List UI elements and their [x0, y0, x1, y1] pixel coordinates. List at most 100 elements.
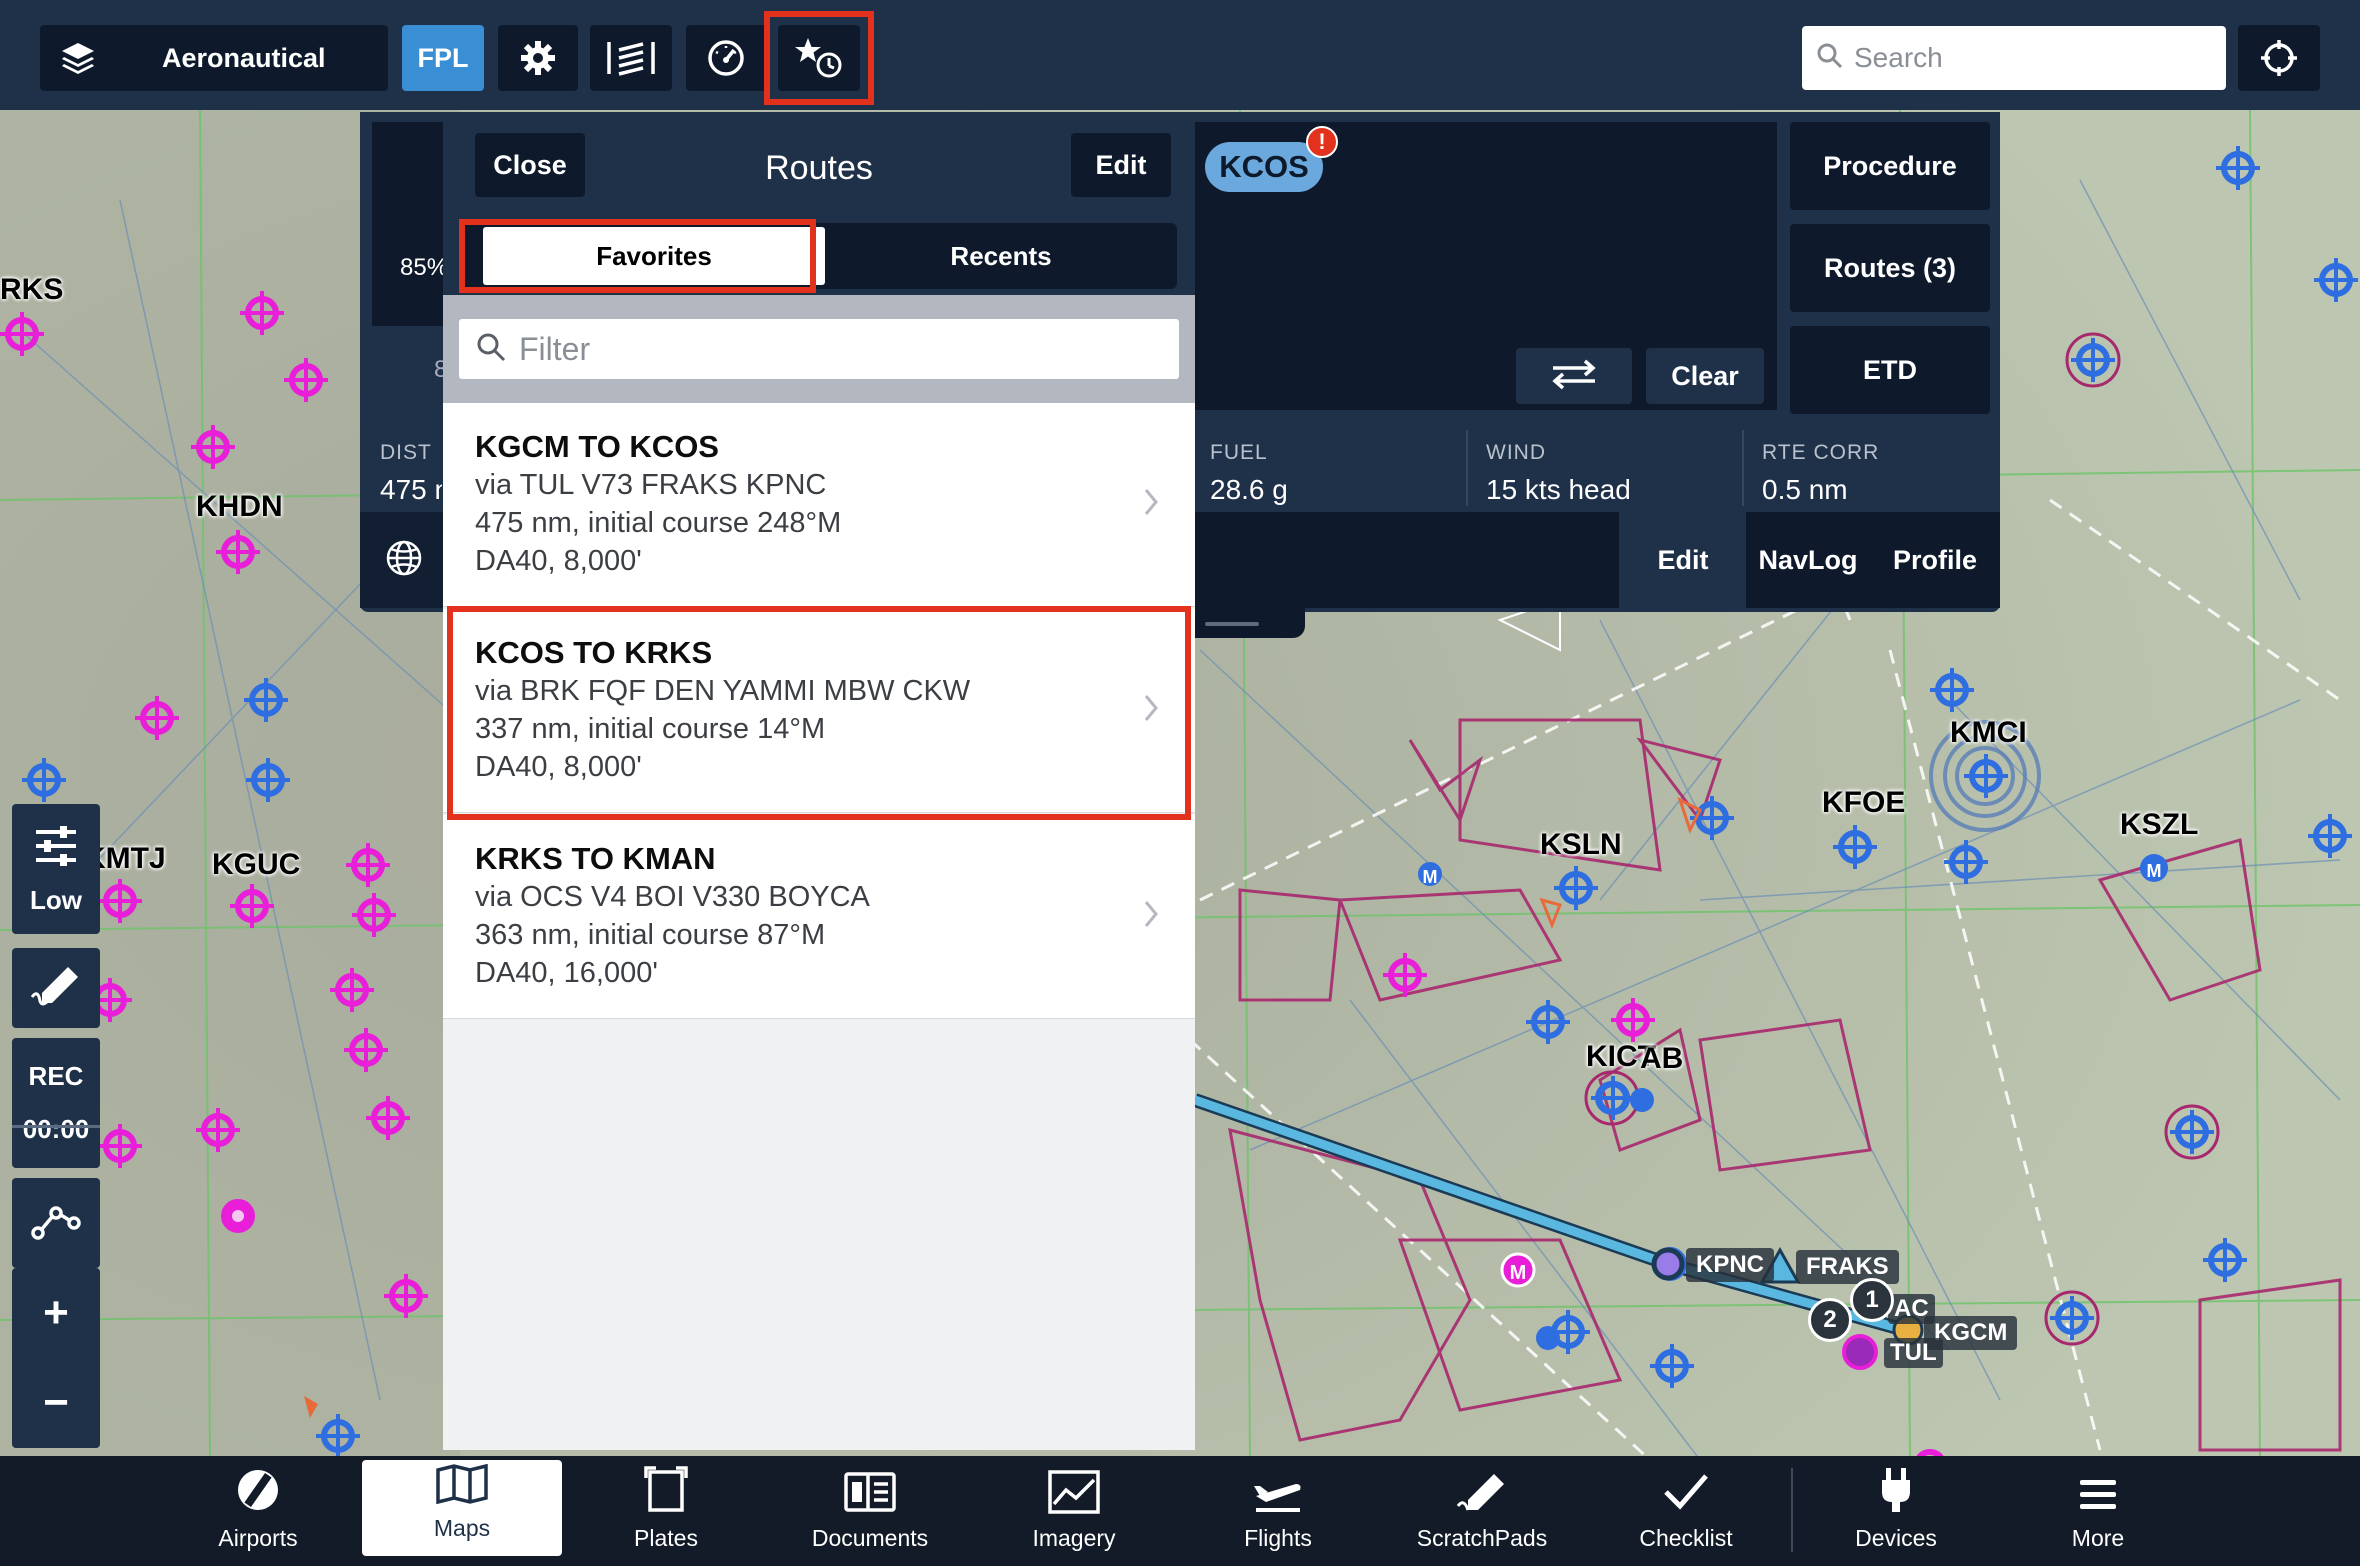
layer-selector-button[interactable]: Aeronautical — [40, 25, 388, 91]
flights-icon — [1252, 1470, 1304, 1519]
svg-text:M: M — [1423, 867, 1438, 887]
navlog-button[interactable]: NavLog — [1746, 512, 1870, 608]
altitude-filter-label: Low — [30, 885, 82, 915]
chevron-right-icon — [1143, 487, 1159, 522]
zoom-out-button[interactable]: − — [43, 1378, 69, 1428]
tab-label: More — [2071, 1525, 2125, 1551]
chevron-right-icon — [1143, 899, 1159, 934]
destination-waypoint-chip[interactable]: KCOS — [1205, 142, 1323, 192]
tab-imagery[interactable]: Imagery — [974, 1456, 1174, 1566]
route-detail: 363 nm, initial course 87°M — [475, 919, 826, 951]
tab-airports[interactable]: Airports — [158, 1456, 358, 1566]
rec-time: 00:00 — [22, 1114, 90, 1144]
divider — [12, 1125, 100, 1128]
settings-button[interactable] — [498, 25, 578, 91]
tab-label: ScratchPads — [1416, 1525, 1548, 1551]
tab-label: Devices — [1855, 1525, 1937, 1551]
airport-label: RKS — [0, 273, 64, 306]
globe-button[interactable] — [360, 512, 448, 608]
instruments-button[interactable] — [686, 25, 766, 91]
tab-maps[interactable]: Maps — [362, 1460, 562, 1556]
routes-button[interactable]: Routes (3) — [1790, 224, 1990, 312]
devices-icon — [1878, 1466, 1914, 1519]
tab-recents[interactable]: Recents — [836, 227, 1166, 285]
route-list-item[interactable]: KGCM TO KCOS via TUL V73 FRAKS KPNC 475 … — [443, 403, 1195, 607]
tab-label: Maps — [433, 1515, 491, 1541]
filter-bar: Filter — [443, 295, 1195, 403]
tab-label: Imagery — [1032, 1525, 1116, 1551]
zoom-in-button[interactable]: + — [43, 1288, 69, 1338]
reverse-route-button[interactable] — [1516, 348, 1632, 404]
tab-flights[interactable]: Flights — [1178, 1456, 1378, 1566]
profile-button[interactable]: Profile — [1870, 512, 2000, 608]
pencil-draw-icon — [30, 963, 82, 1014]
procedure-button[interactable]: Procedure — [1790, 122, 1990, 210]
fpl-button[interactable]: FPL — [402, 25, 484, 91]
stat-label-wind: WIND — [1486, 441, 1546, 464]
tab-devices[interactable]: Devices — [1796, 1456, 1996, 1566]
route-title: KGCM TO KCOS — [475, 429, 719, 464]
route-list-item[interactable]: KRKS TO KMAN via OCS V4 BOI V330 BOYCA 3… — [443, 815, 1195, 1019]
airport-label: KHDN — [196, 490, 283, 523]
airport-label: KGUC — [212, 848, 301, 881]
airports-icon — [234, 1466, 282, 1519]
more-icon — [2078, 1474, 2118, 1519]
stat-value-wind: 15 kts head — [1486, 474, 1631, 505]
airport-label: KFOE — [1822, 786, 1906, 819]
altitude-filter-button[interactable]: Low — [12, 804, 100, 934]
highlight-favorites-button — [764, 11, 874, 105]
svg-text:M: M — [2147, 861, 2162, 881]
record-track-button[interactable]: REC 00:00 — [12, 1038, 100, 1168]
filter-input[interactable]: Filter — [459, 319, 1179, 379]
zoom-controls: + − — [12, 1268, 100, 1448]
tab-plates[interactable]: Plates — [566, 1456, 766, 1566]
tab-checklist[interactable]: Checklist — [1586, 1456, 1786, 1566]
waypoint-badge[interactable]: 1 — [1850, 1278, 1894, 1322]
tab-label: Documents — [811, 1525, 929, 1551]
airport-label: KSZL — [2120, 808, 2199, 841]
draw-annotation-button[interactable] — [12, 948, 100, 1028]
clear-route-button[interactable]: Clear — [1646, 348, 1764, 404]
airport-label: KMCI — [1950, 716, 2027, 749]
edit-flight-plan-button[interactable]: Edit — [1620, 512, 1746, 608]
route-waypoint-label: FRAKS — [1796, 1250, 1899, 1284]
filter-placeholder: Filter — [519, 330, 591, 367]
etd-button[interactable]: ETD — [1790, 326, 1990, 414]
tab-divider — [1791, 1468, 1793, 1552]
waypoint-badge[interactable]: 2 — [1808, 1298, 1852, 1342]
route-aircraft: DA40, 16,000' — [475, 957, 658, 989]
route-detail: 475 nm, initial course 248°M — [475, 507, 842, 539]
weather-layers-icon — [605, 40, 657, 76]
highlight-selected-route — [447, 606, 1191, 820]
scratchpads-icon — [1456, 1470, 1508, 1519]
power-setting-value: 85% — [400, 254, 449, 281]
weather-button[interactable] — [590, 25, 672, 91]
airport-label: KSLN — [1540, 828, 1622, 861]
route-rubber-band-button[interactable] — [12, 1178, 100, 1268]
route-waypoint-label: TUL — [1884, 1338, 1943, 1368]
route-via: via OCS V4 BOI V330 BOYCA — [475, 881, 870, 913]
airport-label: AB — [1640, 1042, 1684, 1075]
documents-icon — [844, 1470, 896, 1519]
checklist-icon — [1662, 1470, 1710, 1519]
layers-icon — [58, 38, 98, 78]
edit-routes-button[interactable]: Edit — [1071, 133, 1171, 197]
layer-name: Aeronautical — [162, 42, 326, 73]
route-via: via TUL V73 FRAKS KPNC — [475, 469, 827, 501]
route-aircraft: DA40, 8,000' — [475, 545, 642, 577]
sliders-icon — [32, 822, 80, 875]
center-on-location-button[interactable] — [2238, 25, 2320, 91]
search-input[interactable]: Search — [1802, 26, 2226, 90]
tab-scratchpads[interactable]: ScratchPads — [1382, 1456, 1582, 1566]
route-title: KRKS TO KMAN — [475, 841, 716, 876]
search-icon — [1816, 42, 1844, 75]
svg-text:M: M — [1510, 1262, 1527, 1284]
tab-documents[interactable]: Documents — [770, 1456, 970, 1566]
tab-more[interactable]: More — [1998, 1456, 2198, 1566]
route-waypoint-label: AC — [1888, 1294, 1935, 1324]
stat-divider — [1742, 430, 1744, 506]
imagery-icon — [1048, 1470, 1100, 1519]
tab-label: Checklist — [1639, 1525, 1733, 1551]
resize-handle[interactable] — [1205, 622, 1259, 626]
stat-divider — [1466, 430, 1468, 506]
